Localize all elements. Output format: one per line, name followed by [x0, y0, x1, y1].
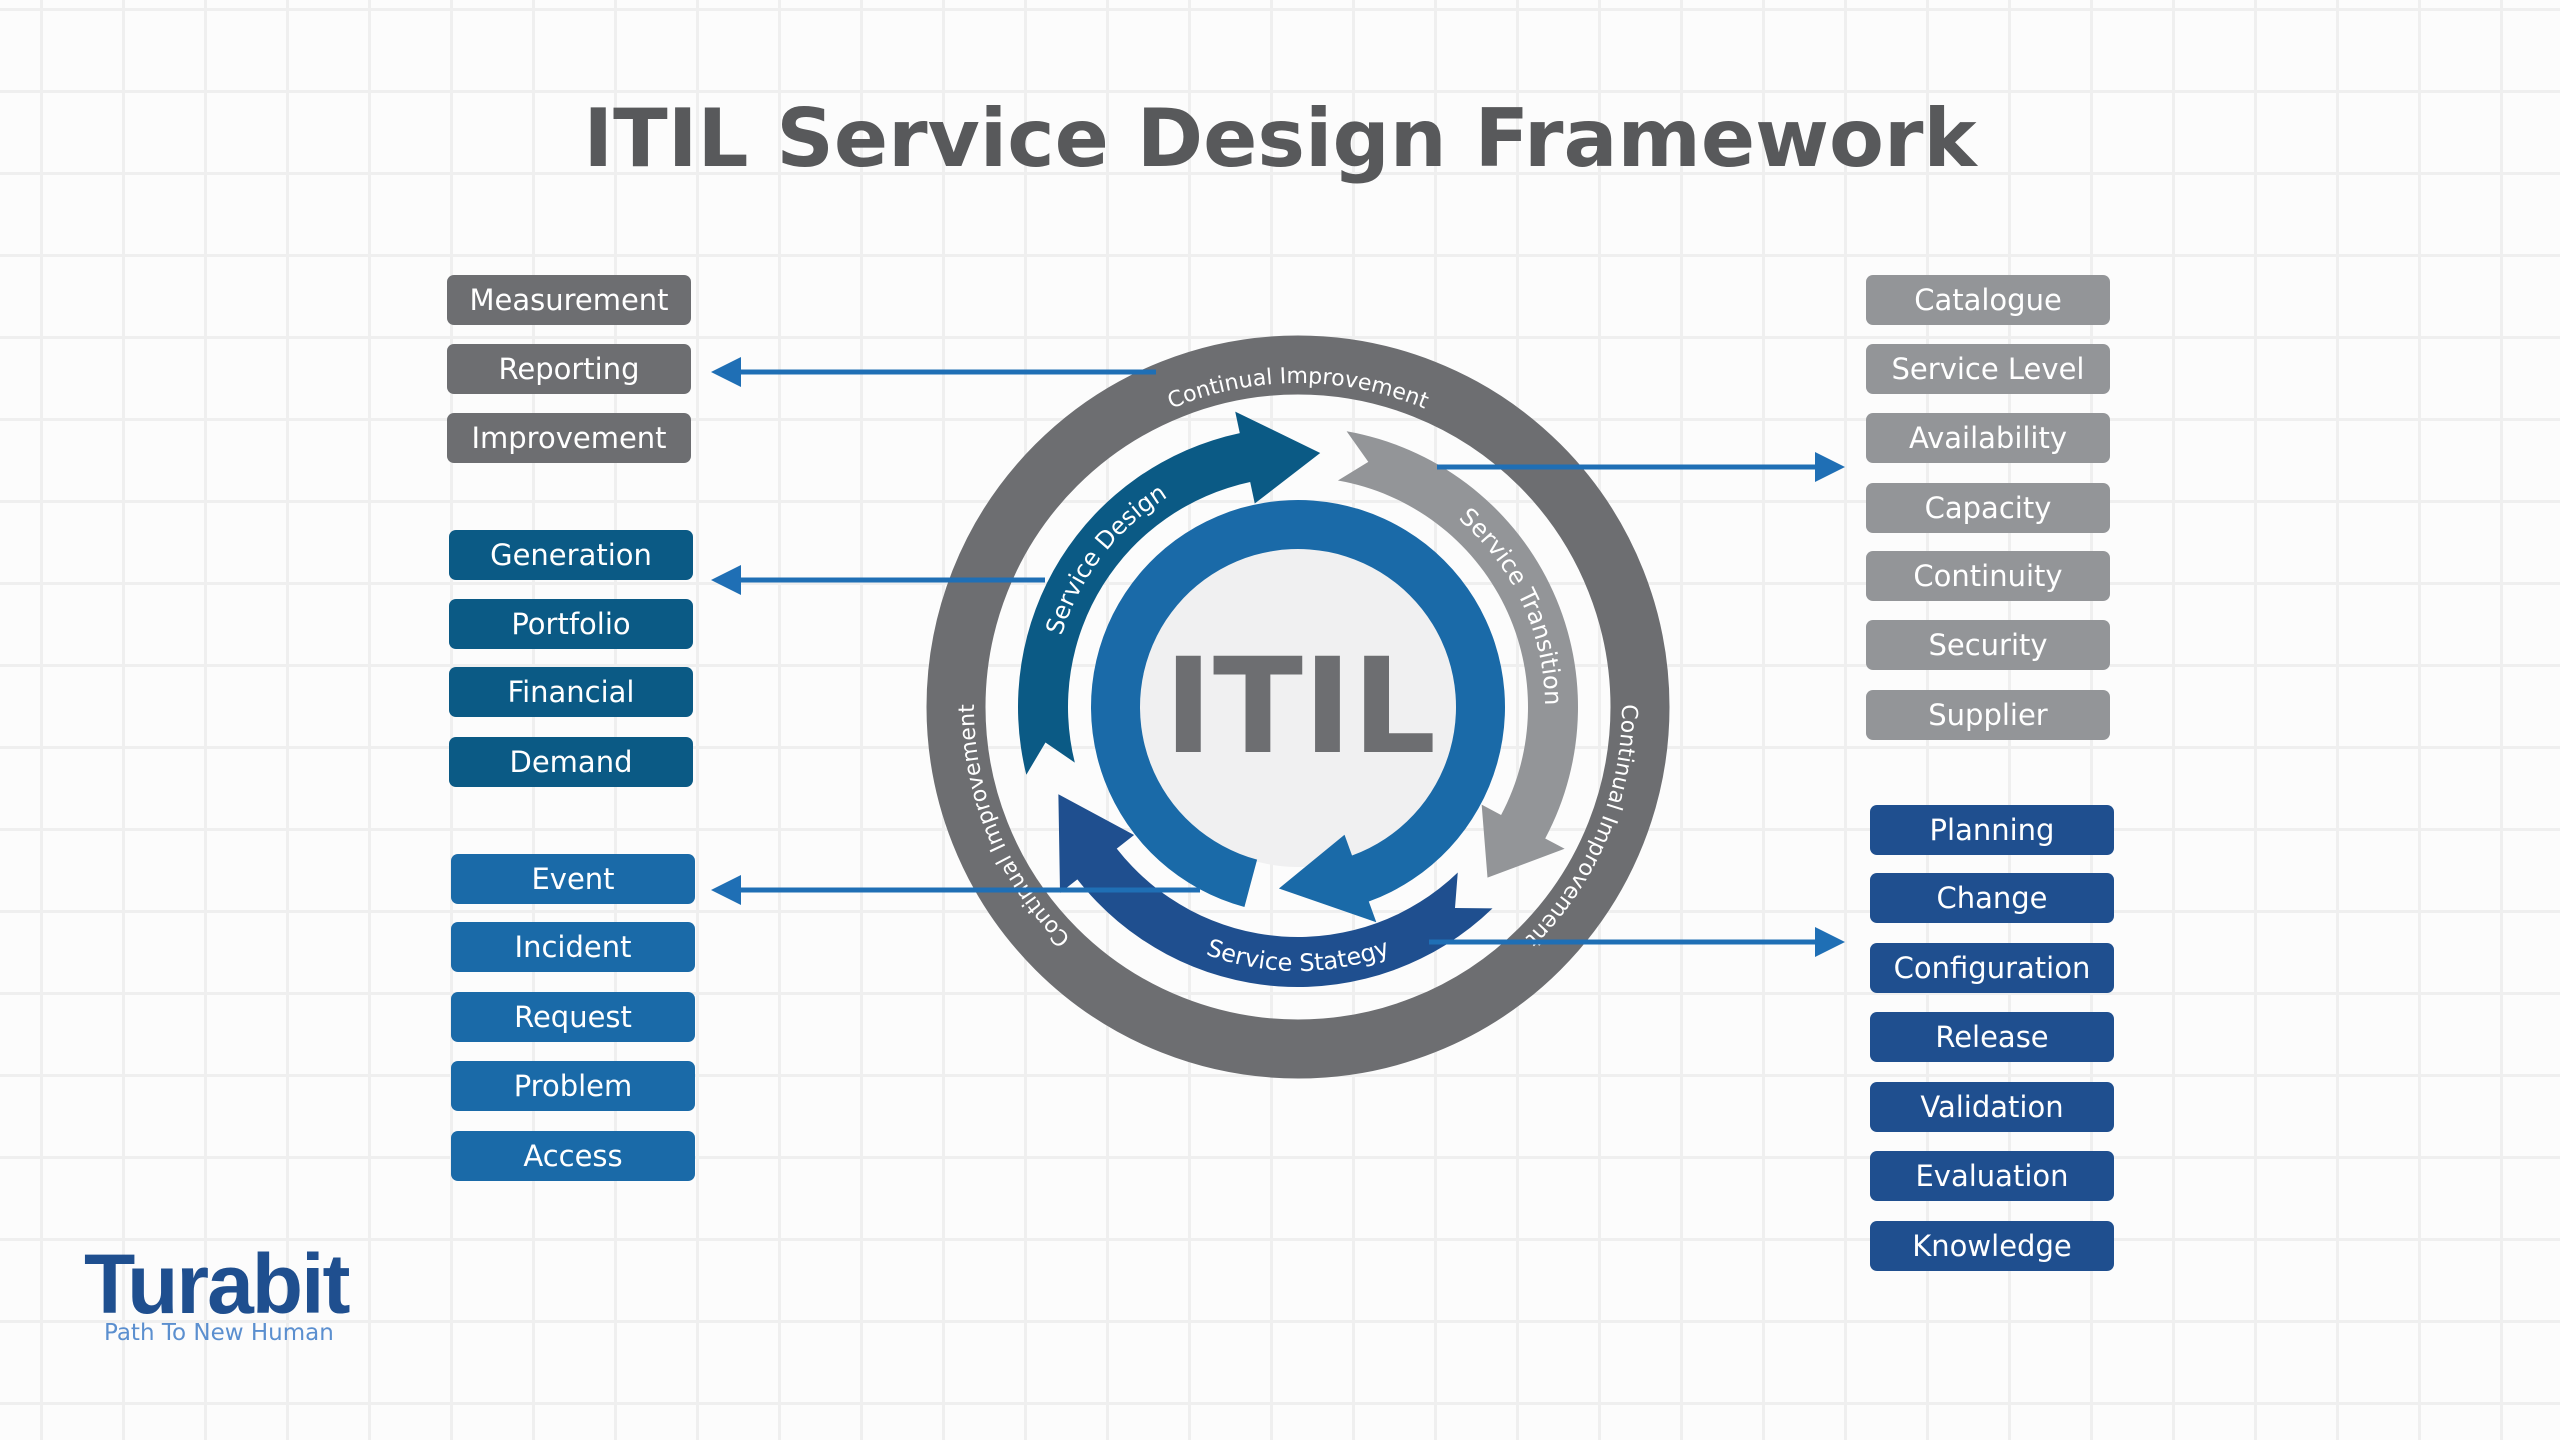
- itil-cycle-diagram: ITIL Continual Improvement Continual Imp…: [711, 335, 1845, 1079]
- center-label: ITIL: [1164, 630, 1436, 784]
- turabit-logo: Turabit: [84, 1237, 350, 1331]
- logo-tagline: Path To New Human: [104, 1320, 334, 1346]
